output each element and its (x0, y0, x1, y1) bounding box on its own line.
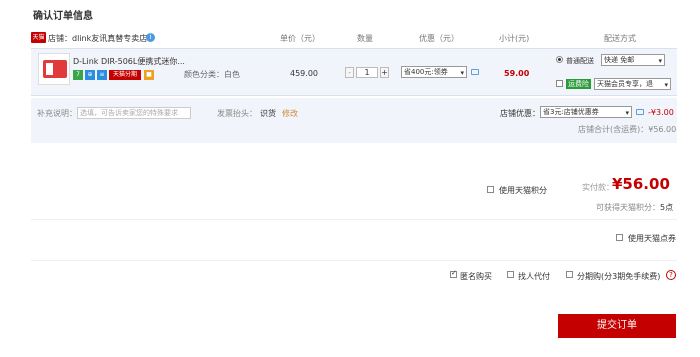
invoice-label: 发票抬头： (217, 109, 257, 118)
store-name-link[interactable]: 店铺：dlink友讯真替专卖店 (48, 33, 147, 44)
freight-insurance-label: 运费险 (566, 79, 591, 89)
message-icon[interactable] (471, 69, 479, 75)
product-name-link[interactable]: D-Link DIR-506L便携式迷你... (73, 56, 185, 67)
normal-shipping-radio[interactable] (556, 56, 563, 63)
col-quantity: 数量 (357, 34, 373, 43)
item-discount-value: 省400元:领券 (404, 68, 448, 76)
chevron-down-icon: ▾ (664, 81, 668, 89)
shipping-method-select[interactable]: 快递 免邮 ▾ (601, 54, 665, 66)
invoice-icon[interactable]: ≡ (97, 70, 107, 80)
tmall-installment-badge[interactable]: 天猫分期 (109, 70, 141, 80)
tmall-store-badge: 天猫 (31, 32, 46, 43)
page-title: 确认订单信息 (33, 11, 93, 22)
paid-total: ¥56.00 (612, 175, 670, 193)
store-discount-value-select: 省3元:店铺优惠券 (543, 108, 599, 116)
quantity-input[interactable]: 1 (356, 67, 378, 78)
freight-insurance-value: 天猫会员专享，退 (597, 80, 653, 88)
note-input[interactable]: 选填，可告诉卖家您的特殊要求 (77, 107, 191, 119)
friend-pay-label: 找人代付 (518, 272, 550, 281)
router-image-icon (43, 60, 67, 78)
product-spec: 颜色分类：白色 (184, 70, 240, 79)
col-shipping: 配送方式 (604, 34, 636, 43)
freight-insurance-checkbox[interactable] (556, 80, 563, 87)
chevron-down-icon: ▾ (658, 57, 662, 65)
quantity-increase-button[interactable]: + (380, 67, 389, 78)
genuine-guarantee-icon[interactable]: ⊕ (85, 70, 95, 80)
credit-card-icon[interactable]: ■ (144, 70, 154, 80)
store-info-icon[interactable]: i (146, 33, 155, 42)
installment-label: 分期购(分3期免手续费) (577, 272, 661, 281)
points-earned-value: 5点 (660, 203, 674, 212)
friend-pay-checkbox[interactable] (507, 271, 514, 278)
seven-day-return-icon[interactable]: 7 (73, 70, 83, 80)
quantity-decrease-button[interactable]: - (345, 67, 354, 78)
order-extras-panel (31, 98, 677, 143)
use-points-checkbox[interactable] (487, 186, 494, 193)
unit-price: 459.00 (290, 69, 318, 78)
anonymous-checkbox[interactable] (450, 269, 457, 278)
invoice-value: 识货 (260, 109, 276, 118)
use-coupon-points-label: 使用天猫点券 (628, 234, 676, 243)
col-subtotal: 小计(元) (499, 34, 530, 43)
item-subtotal: 59.00 (504, 69, 530, 78)
item-discount-select[interactable]: 省400元:领券 ▾ (401, 66, 467, 78)
store-discount-label: 店铺优惠： (500, 109, 540, 118)
points-earned-label: 可获得天猫积分： (596, 203, 660, 212)
paid-label: 实付款： (582, 183, 614, 192)
help-icon[interactable]: ? (666, 270, 676, 280)
note-label: 补充说明： (37, 109, 77, 118)
installment-checkbox[interactable] (566, 271, 573, 278)
store-discount-select[interactable]: 省3元:店铺优惠券 ▾ (540, 106, 632, 118)
product-thumbnail[interactable] (38, 53, 70, 85)
chevron-down-icon: ▾ (460, 69, 464, 77)
col-unit-price: 单价（元） (280, 34, 320, 43)
store-total: 店铺合计(含运费)：¥56.00 (578, 125, 677, 134)
shipping-method-value: 快递 免邮 (604, 56, 635, 64)
col-discount: 优惠（元） (419, 34, 459, 43)
submit-order-button[interactable]: 提交订单 (558, 314, 676, 338)
divider (31, 260, 677, 261)
freight-insurance-select[interactable]: 天猫会员专享，退 ▾ (594, 78, 671, 90)
store-discount-amount: -¥3.00 (648, 108, 674, 117)
divider (31, 219, 677, 220)
use-coupon-points-checkbox[interactable] (616, 234, 623, 241)
message-icon[interactable] (636, 109, 644, 115)
invoice-edit-link[interactable]: 修改 (282, 108, 298, 119)
chevron-down-icon: ▾ (625, 109, 629, 117)
use-points-label: 使用天猫积分 (499, 186, 547, 195)
normal-shipping-label: 普通配送 (566, 57, 594, 65)
anonymous-label: 匿名购买 (460, 272, 492, 281)
